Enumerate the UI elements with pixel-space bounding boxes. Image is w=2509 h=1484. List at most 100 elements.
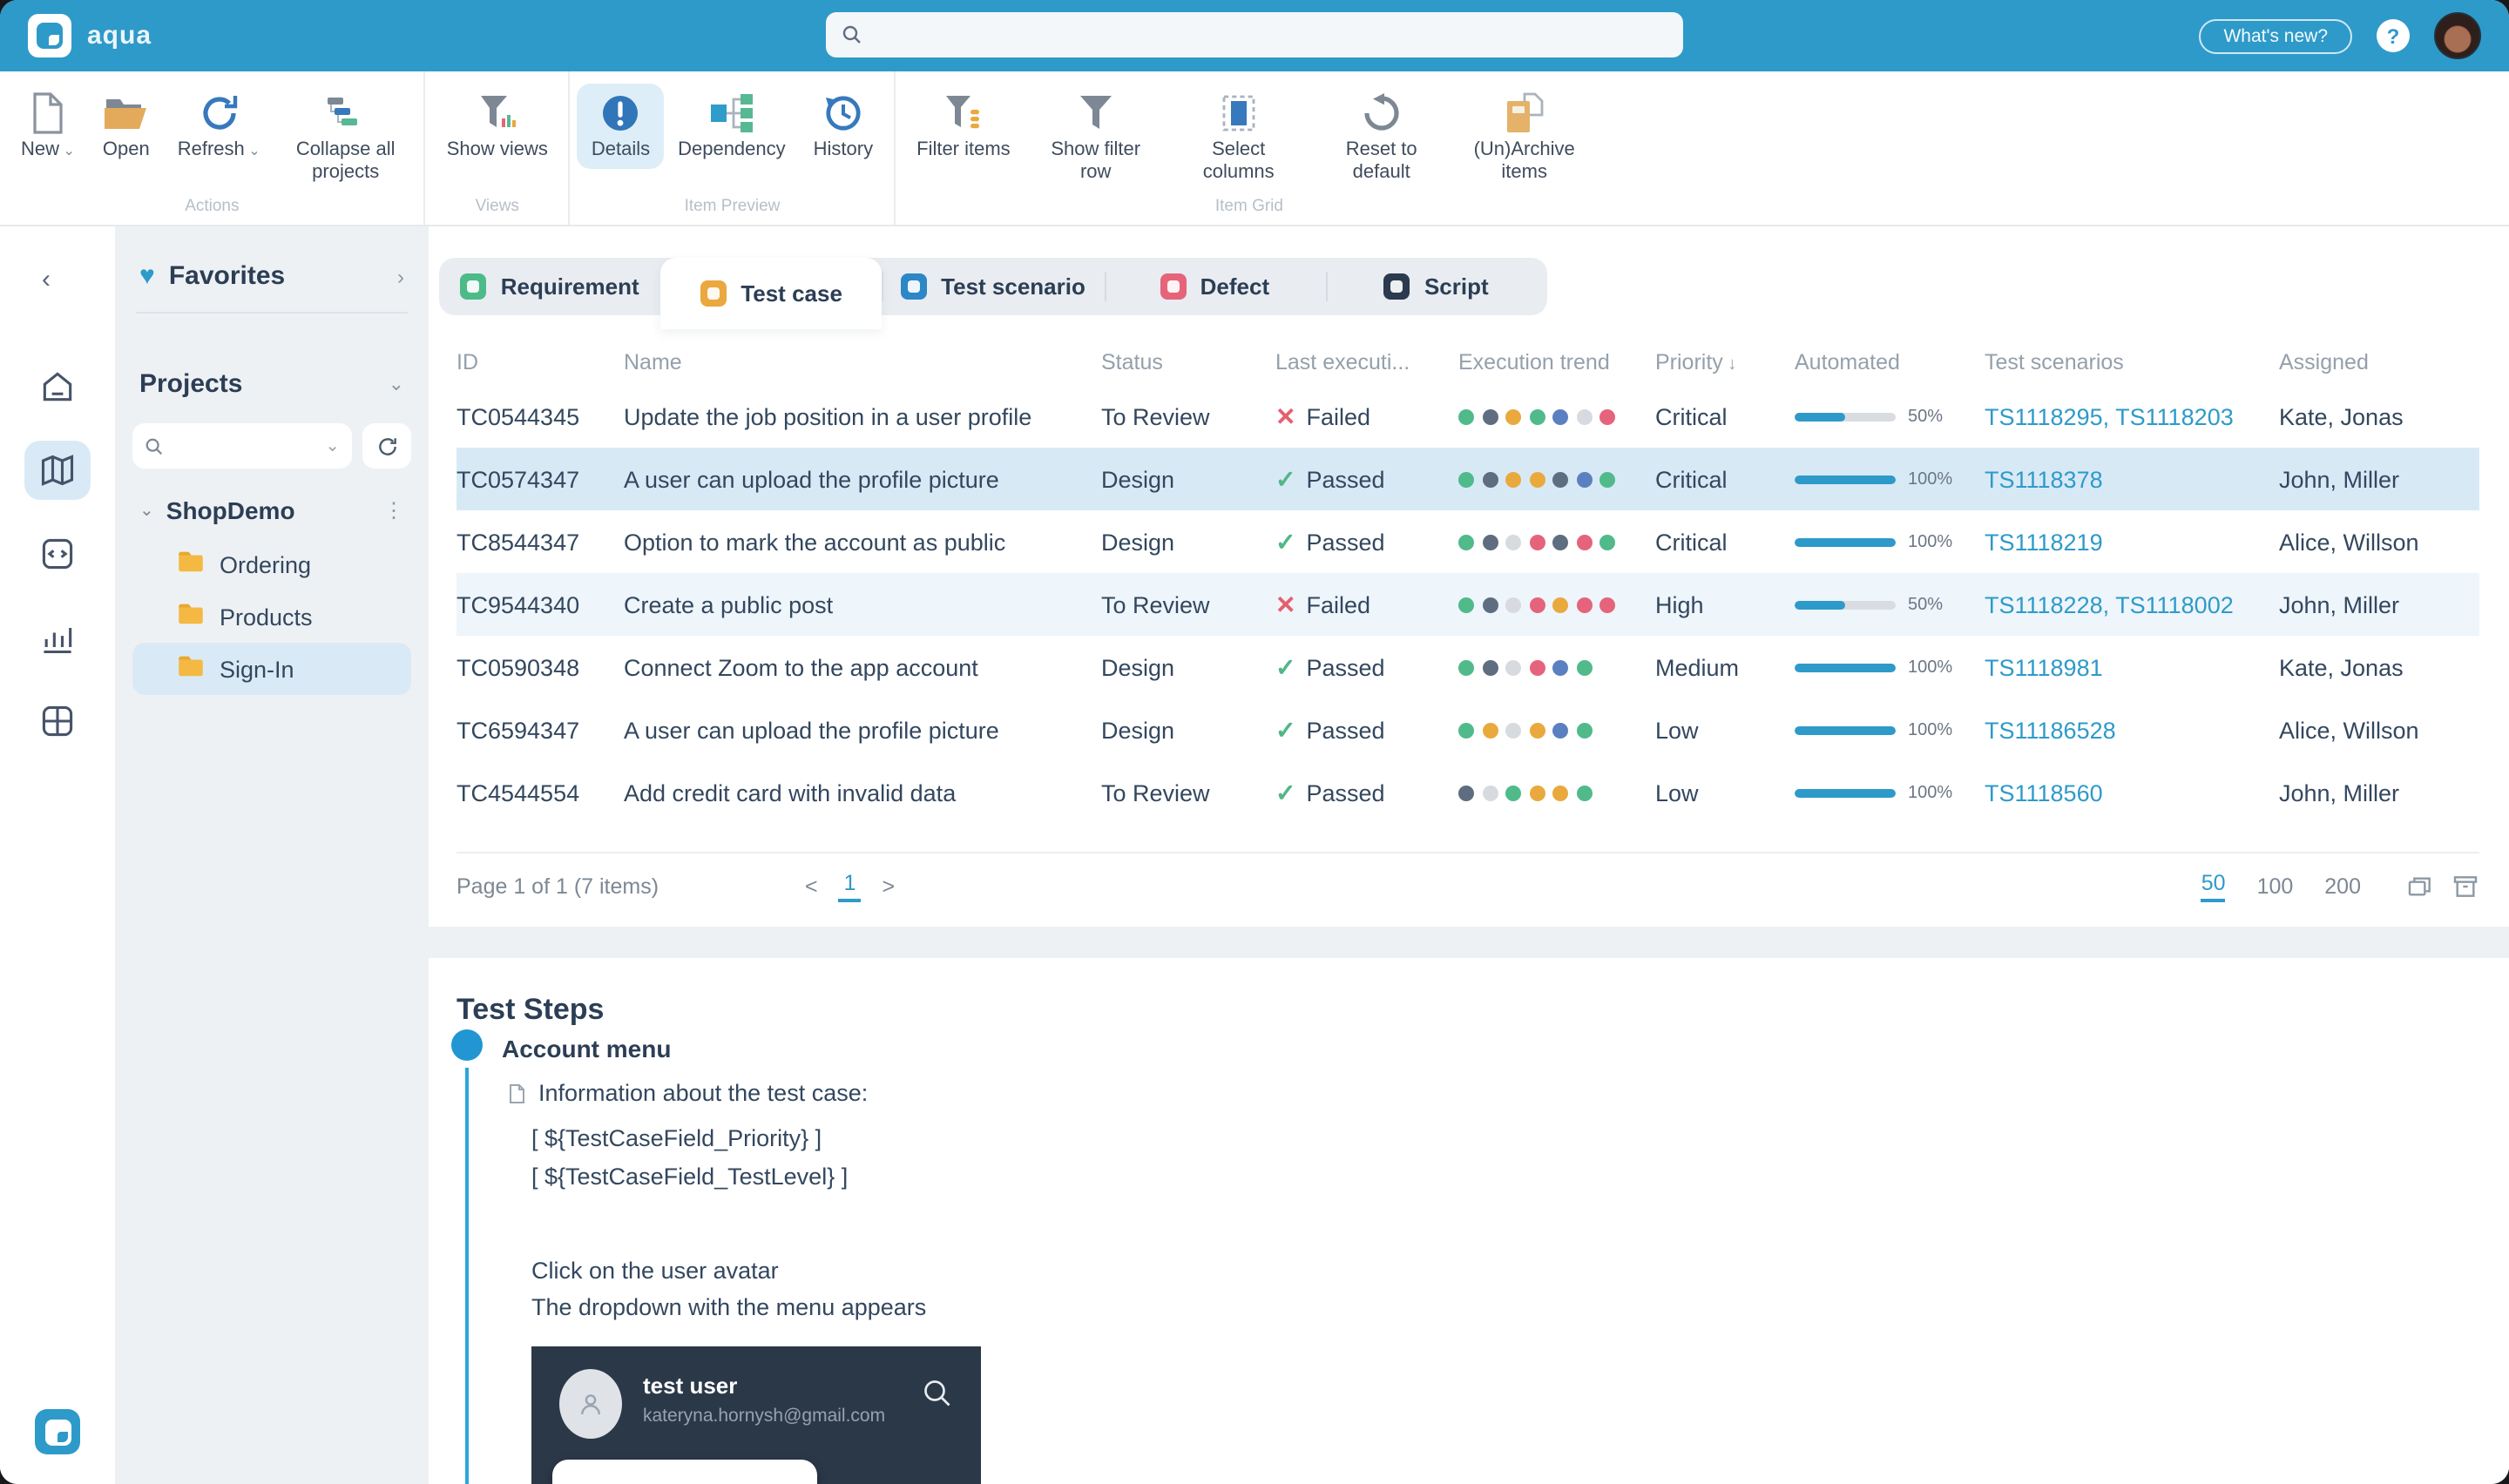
rail-item-home[interactable] [24, 357, 91, 416]
project-name: ShopDemo [166, 496, 371, 524]
global-search-input[interactable] [826, 12, 1683, 57]
test-case-row-TC0574347[interactable]: TC0574347A user can upload the profile p… [456, 448, 2479, 510]
toolbar-button-label: Dependency [678, 139, 786, 162]
trend-dot [1529, 597, 1545, 612]
test-case-row-TC8544347[interactable]: TC8544347Option to mark the account as p… [456, 510, 2479, 573]
cell-status: To Review [1101, 591, 1275, 617]
trend-dot [1482, 659, 1498, 675]
un-archive-items-button[interactable]: (Un)Archive items [1453, 84, 1596, 192]
test-scenario-link[interactable]: TS11186528 [1985, 717, 2116, 743]
show-filter-row-button[interactable]: Show filter row [1025, 84, 1167, 192]
column-header-assigned[interactable]: Assigned [2279, 350, 2479, 374]
test-case-row-TC6594347[interactable]: TC6594347A user can upload the profile p… [456, 698, 2479, 761]
rail-item-projects-map[interactable] [24, 441, 91, 500]
project-search-input[interactable]: ⌄ [132, 423, 352, 469]
project-refresh-button[interactable] [362, 423, 411, 469]
show-views-button[interactable]: Show views [433, 84, 562, 169]
test-scenario-link[interactable]: TS1118228, TS1118002 [1985, 591, 2234, 617]
chevron-right-icon[interactable]: › [397, 264, 404, 288]
execution-result-label: Passed [1306, 529, 1384, 555]
tab-label: Test scenario [941, 273, 1085, 300]
dependency-icon [709, 91, 754, 134]
test-scenario-link[interactable]: TS1118981 [1985, 654, 2103, 680]
refresh-button[interactable]: Refresh ⌄ [164, 84, 274, 169]
test-scenario-link[interactable]: TS1118560 [1985, 779, 2103, 806]
passed-icon: ✓ [1275, 527, 1295, 556]
open-button[interactable]: Open [89, 84, 164, 169]
folder-item-sign-in[interactable]: Sign-In [132, 643, 411, 695]
step-bullet[interactable] [451, 1029, 483, 1061]
chevron-down-icon[interactable]: ⌄ [325, 436, 340, 455]
rail-item-grid-view[interactable] [24, 691, 91, 751]
column-header-priority[interactable]: Priority ↓ [1655, 350, 1795, 374]
collapse-sidebar-icon[interactable]: ‹ [42, 265, 51, 294]
test-case-row-TC0590348[interactable]: TC0590348Connect Zoom to the app account… [456, 636, 2479, 698]
cell-execution-trend [1458, 659, 1655, 675]
history-button[interactable]: History [800, 84, 887, 169]
prev-page-icon[interactable]: < [805, 874, 818, 899]
rail-item-scripts[interactable] [24, 524, 91, 583]
tab-requirement[interactable]: Requirement [439, 258, 660, 315]
ribbon-toolbar: New ⌄OpenRefresh ⌄Collapse all projects A… [0, 71, 2509, 226]
folder-item-ordering[interactable]: Ordering [132, 538, 411, 590]
whats-new-button[interactable]: What's new? [2199, 18, 2352, 53]
test-case-row-TC0544345[interactable]: TC0544345Update the job position in a us… [456, 385, 2479, 448]
archive-box-icon[interactable] [2452, 873, 2479, 901]
cell-id: TC4544554 [456, 779, 624, 806]
test-scenario-link[interactable]: TS1118378 [1985, 466, 2103, 492]
trend-dot [1599, 597, 1615, 612]
column-header-test-scenarios[interactable]: Test scenarios [1985, 350, 2279, 374]
cell-priority: Critical [1655, 466, 1795, 492]
user-avatar[interactable] [2434, 12, 2481, 59]
kebab-menu-icon[interactable]: ⋮ [383, 498, 404, 523]
page-size-50[interactable]: 50 [2201, 871, 2226, 902]
trend-dot [1576, 534, 1592, 550]
column-header-last-executi-[interactable]: Last executi... [1275, 350, 1458, 374]
toolbar-group-actions: New ⌄OpenRefresh ⌄Collapse all projects A… [0, 71, 426, 225]
folder-item-products[interactable]: Products [132, 590, 411, 643]
page-size-200[interactable]: 200 [2324, 874, 2361, 899]
tab-test-scenario[interactable]: Test scenario [883, 258, 1104, 315]
cell-name: Connect Zoom to the app account [624, 654, 1101, 680]
dependency-button[interactable]: Dependency [664, 84, 800, 169]
test-scenario-link[interactable]: TS1118295, TS1118203 [1985, 403, 2234, 429]
column-header-execution-trend[interactable]: Execution trend [1458, 350, 1655, 374]
trend-dot [1529, 534, 1545, 550]
execution-result-label: Passed [1306, 466, 1384, 492]
rail-item-reports-chart[interactable] [24, 608, 91, 667]
tab-test-case[interactable]: Test case [660, 258, 882, 329]
copy-pages-icon[interactable] [2406, 873, 2434, 901]
execution-result-label: Passed [1306, 654, 1384, 680]
cell-execution-trend [1458, 785, 1655, 800]
column-header-status[interactable]: Status [1101, 350, 1275, 374]
select-columns-button[interactable]: Select columns [1167, 84, 1310, 192]
current-page[interactable]: 1 [839, 871, 862, 902]
test-case-row-TC9544340[interactable]: TC9544340Create a public postTo Review✕F… [456, 573, 2479, 636]
filter-items-button[interactable]: Filter items [903, 84, 1025, 169]
column-header-name[interactable]: Name [624, 350, 1101, 374]
reset-to-default-button[interactable]: Reset to default [1310, 84, 1453, 192]
next-page-icon[interactable]: > [883, 874, 896, 899]
test-scenario-link[interactable]: TS1118219 [1985, 529, 2103, 555]
project-node-shopdemo[interactable]: ⌄ ShopDemo ⋮ [132, 496, 411, 524]
tab-script[interactable]: Script [1326, 258, 1547, 315]
help-icon[interactable]: ? [2377, 19, 2410, 52]
cell-test-scenarios: TS1118295, TS1118203 [1985, 403, 2279, 429]
page-size-100[interactable]: 100 [2257, 874, 2294, 899]
test-case-row-TC4544554[interactable]: TC4544554Add credit card with invalid da… [456, 761, 2479, 824]
step-action-line: The dropdown with the menu appears [531, 1294, 926, 1320]
cell-automated: 100% [1795, 783, 1985, 802]
aqua-rail-logo-icon [35, 1409, 80, 1454]
collapse-all-projects-button[interactable]: Collapse all projects [274, 84, 417, 192]
favorites-section[interactable]: ♥ Favorites › [132, 261, 411, 291]
tab-defect[interactable]: Defect [1104, 258, 1325, 315]
toolbar-group-caption: Actions [7, 197, 417, 225]
details-button[interactable]: Details [578, 84, 664, 169]
new-button[interactable]: New ⌄ [7, 84, 89, 169]
column-header-automated[interactable]: Automated [1795, 350, 1985, 374]
projects-section-header[interactable]: Projects ⌄ [132, 369, 411, 399]
trend-dot [1529, 408, 1545, 424]
chevron-down-icon[interactable]: ⌄ [139, 501, 154, 520]
chevron-down-icon[interactable]: ⌄ [389, 373, 404, 395]
column-header-id[interactable]: ID [456, 350, 624, 374]
